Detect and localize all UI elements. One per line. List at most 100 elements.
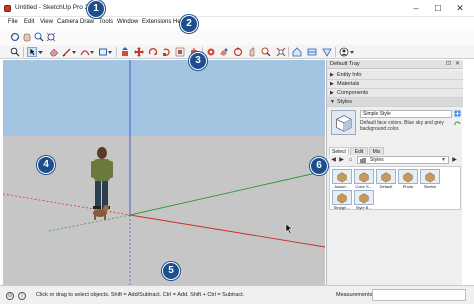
style-thumbnail[interactable]: Color S… xyxy=(354,169,374,189)
warehouse-icon[interactable] xyxy=(292,47,302,57)
menu-bar: File Edit View Camera Draw Tools Window … xyxy=(0,17,474,29)
mouse-cursor-icon xyxy=(285,223,293,235)
green-axis xyxy=(129,170,325,216)
geolocation-icon[interactable]: ⊙ xyxy=(6,292,14,300)
pencil-line-icon[interactable] xyxy=(62,47,72,57)
tray-autohide-button[interactable]: ⊡ xyxy=(446,60,451,67)
move-icon[interactable] xyxy=(134,47,144,57)
menu-file[interactable]: File xyxy=(8,19,18,25)
callout-badge: 6 xyxy=(310,157,328,175)
section-materials[interactable]: ▶ Materials xyxy=(327,80,463,89)
callout-badge: 4 xyxy=(37,156,55,174)
measurements-input[interactable] xyxy=(372,289,466,301)
shape-dropdown-icon[interactable] xyxy=(108,47,112,57)
tab-mix[interactable]: Mix xyxy=(369,147,384,155)
style-thumbnail-label: Color S… xyxy=(355,184,373,189)
style-thumbnail[interactable]: Style B… xyxy=(354,190,374,210)
scale-icon[interactable] xyxy=(162,47,172,57)
rotate-icon[interactable] xyxy=(148,47,158,57)
title-bar: Untitled - SketchUp Pro 2023 – ☐ ✕ xyxy=(0,0,474,17)
orbit-icon[interactable] xyxy=(10,32,20,42)
line-dropdown-icon[interactable] xyxy=(72,47,76,57)
account-dropdown-icon[interactable] xyxy=(350,47,354,57)
update-style-icon[interactable] xyxy=(454,120,461,127)
account-icon[interactable] xyxy=(339,47,349,57)
style-thumbnail[interactable]: Sketch xyxy=(420,169,440,189)
menu-draw[interactable]: Draw xyxy=(80,19,94,25)
offset-icon[interactable] xyxy=(175,47,185,57)
callout-badge: 5 xyxy=(162,262,180,280)
close-button[interactable]: ✕ xyxy=(451,3,469,14)
text-icon[interactable] xyxy=(206,47,216,57)
section-styles[interactable]: ▼ Styles xyxy=(327,98,463,107)
forward-arrow-icon[interactable]: ▶ xyxy=(338,157,345,164)
zoom-extents-tool-icon[interactable] xyxy=(276,47,286,57)
rectangle-icon[interactable] xyxy=(98,47,108,57)
callout-badge: 1 xyxy=(87,0,105,18)
details-arrow-icon[interactable]: ▶ xyxy=(451,157,458,164)
measurements-label: Measurements xyxy=(336,292,373,298)
style-thumbnail[interactable]: Photo xyxy=(398,169,418,189)
section-label: Components xyxy=(337,90,369,96)
selected-collection: Styles xyxy=(370,157,384,163)
search-icon[interactable] xyxy=(10,47,20,57)
style-thumbnail-image xyxy=(398,169,418,184)
style-name-field[interactable]: Simple Style xyxy=(360,110,452,118)
pan-tool-icon[interactable] xyxy=(247,47,257,57)
section-label: Styles xyxy=(337,99,352,105)
tab-edit[interactable]: Edit xyxy=(350,147,368,155)
style-thumbnail[interactable]: Default xyxy=(376,169,396,189)
info-icon[interactable]: i xyxy=(18,292,26,300)
eraser-icon[interactable] xyxy=(49,47,59,57)
tray-close-button[interactable]: ✕ xyxy=(455,60,460,67)
style-thumbnail-label: Straigh… xyxy=(333,205,351,210)
folder-icon xyxy=(360,158,366,163)
style-collection-select[interactable]: Styles ▼ xyxy=(357,156,449,164)
menu-window[interactable]: Window xyxy=(117,19,138,25)
pan-icon[interactable] xyxy=(22,32,32,42)
style-thumbnail-image xyxy=(420,169,440,184)
zoom-icon[interactable] xyxy=(34,32,44,42)
menu-edit[interactable]: Edit xyxy=(24,19,34,25)
home-icon[interactable]: ⌂ xyxy=(347,157,354,164)
create-style-icon[interactable] xyxy=(454,110,461,117)
extension-warehouse-icon[interactable] xyxy=(307,47,317,57)
arc-dropdown-icon[interactable] xyxy=(90,47,94,57)
camera-toolbar xyxy=(0,29,474,45)
tab-select[interactable]: Select xyxy=(329,147,349,155)
select-dropdown-icon[interactable] xyxy=(38,47,43,57)
style-thumbnail-label: Assort… xyxy=(334,184,350,189)
select-arrow-icon[interactable] xyxy=(27,47,37,57)
style-thumbnail-image xyxy=(332,190,352,205)
style-thumbnail-image xyxy=(354,169,374,184)
style-description[interactable]: Default face colors. Blue sky and grey b… xyxy=(360,120,452,132)
toolbar-divider xyxy=(23,47,24,57)
section-components[interactable]: ▶ Components xyxy=(327,89,463,98)
style-thumbnail[interactable]: Assort… xyxy=(332,169,352,189)
red-axis-negative xyxy=(3,193,131,216)
default-tray: Default Tray ⊡ ✕ ▶ Entity Info ▶ Materia… xyxy=(326,60,463,285)
collapse-arrow-icon: ▼ xyxy=(330,99,335,105)
zoom-extents-icon[interactable] xyxy=(46,32,56,42)
back-arrow-icon[interactable]: ◀ xyxy=(330,157,337,164)
chevron-down-icon: ▼ xyxy=(441,157,446,163)
axes xyxy=(3,60,325,285)
styles-tabs: Select Edit Mix xyxy=(329,147,461,155)
drawing-viewport[interactable] xyxy=(3,60,325,285)
paint-icon[interactable] xyxy=(219,47,229,57)
layout-icon[interactable] xyxy=(322,47,332,57)
section-entity-info[interactable]: ▶ Entity Info xyxy=(327,71,463,80)
status-bar: ⊙ i Click or drag to select objects. Shi… xyxy=(0,285,474,304)
expand-arrow-icon: ▶ xyxy=(330,81,334,87)
menu-camera[interactable]: Camera xyxy=(57,19,78,25)
push-pull-icon[interactable] xyxy=(120,47,130,57)
menu-tools[interactable]: Tools xyxy=(99,19,113,25)
style-thumbnail[interactable]: Straigh… xyxy=(332,190,352,210)
maximize-button[interactable]: ☐ xyxy=(429,3,447,14)
arc-icon[interactable] xyxy=(80,47,90,57)
menu-view[interactable]: View xyxy=(40,19,53,25)
orbit-tool-icon[interactable] xyxy=(233,47,243,57)
minimize-button[interactable]: – xyxy=(407,3,425,14)
menu-extensions[interactable]: Extensions xyxy=(142,19,171,25)
zoom-tool-icon[interactable] xyxy=(261,47,271,57)
